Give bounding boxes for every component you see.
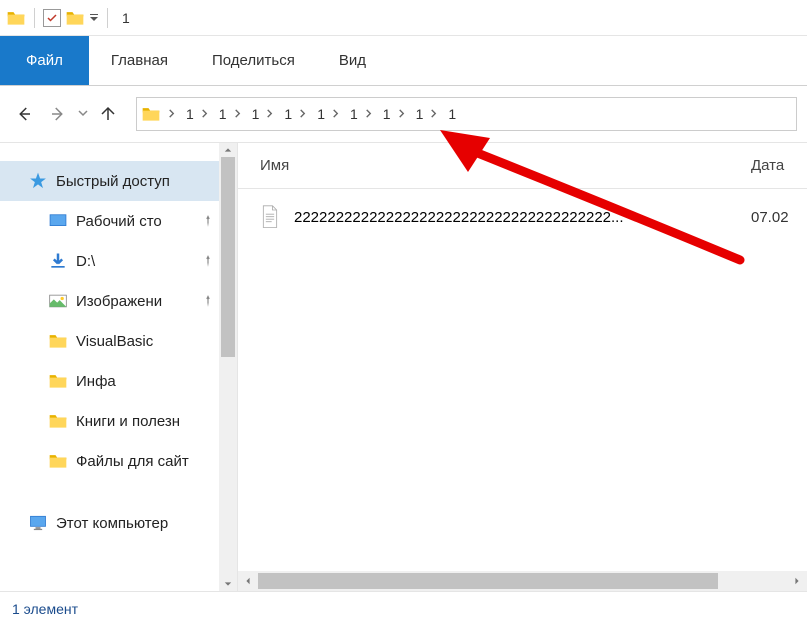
star-icon [28,171,48,191]
breadcrumb-segment[interactable]: 1 [311,105,342,123]
breadcrumb-segment[interactable]: 1 [410,105,441,123]
back-button[interactable] [10,100,38,128]
sidebar-item-label: Файлы для сайт [76,453,215,470]
tab-share[interactable]: Поделиться [190,36,317,85]
forward-button[interactable] [44,100,72,128]
navigation-pane: Быстрый доступ Рабочий сто D:\ Изображен… [0,143,238,591]
breadcrumb-segment[interactable]: 1 [213,105,244,123]
download-icon [48,251,68,271]
column-header-date[interactable]: Дата [751,157,807,174]
folder-icon [48,411,68,431]
pin-icon [201,214,215,228]
breadcrumb-segment[interactable]: 1 [344,105,375,123]
ribbon-tabs: Файл Главная Поделиться Вид [0,36,807,86]
tab-home[interactable]: Главная [89,36,190,85]
navigation-bar: 1 1 1 1 1 1 1 1 1 [0,86,807,142]
status-item-count: 1 элемент [12,601,78,617]
sidebar-item-drive[interactable]: D:\ [0,241,237,281]
sidebar-item-folder[interactable]: Книги и полезн [0,401,237,441]
desktop-icon [48,211,68,231]
sidebar-item-label: D:\ [76,253,193,270]
scrollbar-thumb[interactable] [221,157,235,357]
breadcrumb-segment[interactable]: 1 [278,105,309,123]
sidebar-item-label: Быстрый доступ [56,173,215,190]
sidebar-item-label: Инфа [76,373,215,390]
title-bar: 1 [0,0,807,36]
window-title: 1 [122,10,130,26]
pictures-icon [48,291,68,311]
sidebar-item-desktop[interactable]: Рабочий сто [0,201,237,241]
scroll-down-icon[interactable] [219,577,237,591]
qat-new-folder-icon[interactable] [65,8,85,28]
column-header-name[interactable]: Имя [260,157,751,174]
sidebar-item-folder[interactable]: Файлы для сайт [0,441,237,481]
sidebar-item-label: VisualBasic [76,333,215,350]
file-date: 07.02 [751,209,807,226]
column-headers: Имя Дата [238,143,807,189]
pin-icon [201,294,215,308]
up-button[interactable] [94,100,122,128]
file-row[interactable]: 22222222222222222222222222222222222222..… [238,199,807,235]
content-hscrollbar[interactable] [238,571,807,591]
folder-icon [141,104,161,124]
folder-icon [48,451,68,471]
folder-icon [48,371,68,391]
sidebar-item-label: Рабочий сто [76,213,193,230]
tab-view[interactable]: Вид [317,36,388,85]
sidebar-item-label: Этот компьютер [56,515,215,532]
breadcrumb-segment[interactable]: 1 [442,106,462,122]
status-bar: 1 элемент [0,591,807,625]
file-name: 22222222222222222222222222222222222222..… [294,209,737,226]
pin-icon [201,254,215,268]
qat-properties-icon[interactable] [43,9,61,27]
folder-icon [48,331,68,351]
breadcrumb-segment[interactable]: 1 [180,105,211,123]
scrollbar-thumb[interactable] [258,573,718,589]
folder-icon [6,8,26,28]
separator [107,8,108,28]
sidebar-item-label: Книги и полезн [76,413,215,430]
scroll-right-icon[interactable] [787,571,807,591]
breadcrumb-segment[interactable]: 1 [377,105,408,123]
sidebar-item-folder[interactable]: Инфа [0,361,237,401]
address-bar[interactable]: 1 1 1 1 1 1 1 1 1 [136,97,797,131]
computer-icon [28,513,48,533]
scroll-left-icon[interactable] [238,571,258,591]
qat-dropdown-icon[interactable] [89,13,99,23]
text-file-icon [260,205,280,229]
scroll-up-icon[interactable] [219,143,237,157]
sidebar-item-this-pc[interactable]: Этот компьютер [0,503,237,543]
sidebar-item-folder[interactable]: VisualBasic [0,321,237,361]
separator [34,8,35,28]
breadcrumb-chevron[interactable] [165,105,178,123]
breadcrumb-segment[interactable]: 1 [246,105,277,123]
sidebar-item-label: Изображени [76,293,193,310]
sidebar-item-pictures[interactable]: Изображени [0,281,237,321]
file-list-pane: Имя Дата 2222222222222222222222222222222… [238,143,807,591]
tab-file[interactable]: Файл [0,36,89,85]
sidebar-scrollbar[interactable] [219,143,237,591]
recent-locations-icon[interactable] [78,105,88,123]
sidebar-item-quick-access[interactable]: Быстрый доступ [0,161,237,201]
